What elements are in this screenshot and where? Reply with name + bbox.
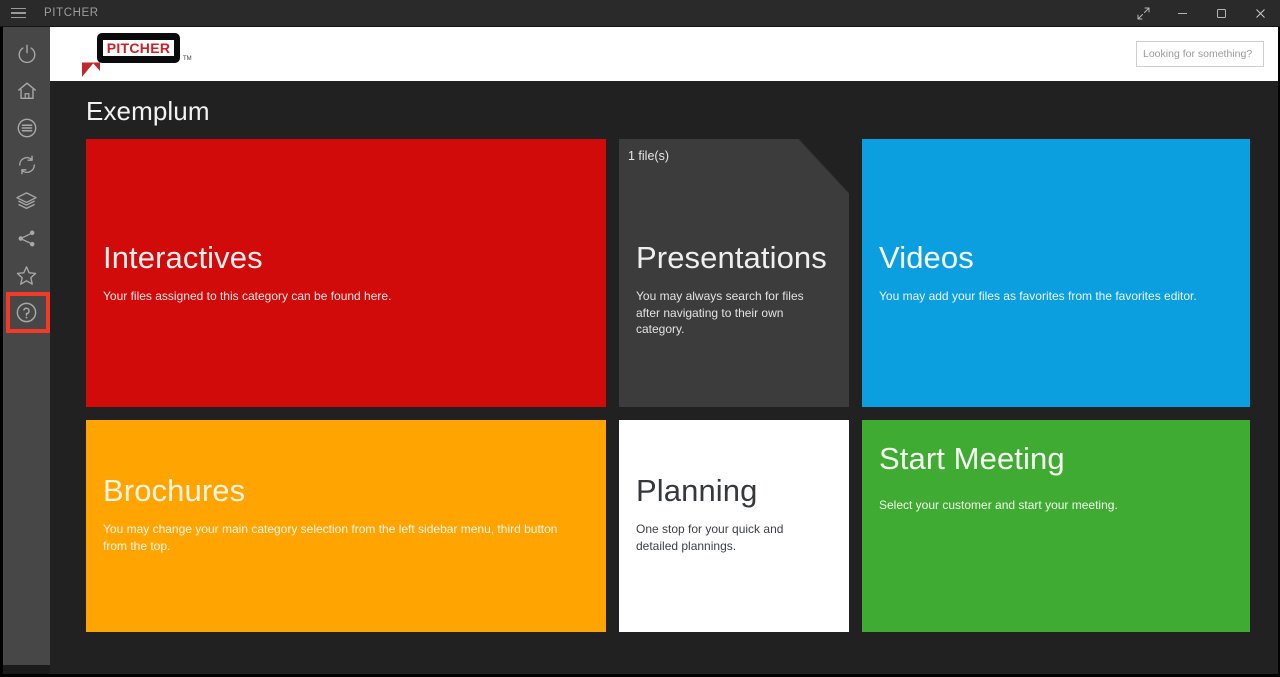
maximize-button[interactable] xyxy=(1202,0,1241,27)
tile-start-meeting[interactable]: Start Meeting Select your customer and s… xyxy=(862,420,1250,632)
logo-badge: PITCHER xyxy=(97,33,180,63)
tile-title: Planning xyxy=(636,473,758,508)
main-area: PITCHER TM Exemplum Interactives Your fi… xyxy=(50,27,1278,674)
tile-interactives[interactable]: Interactives Your files assigned to this… xyxy=(86,139,606,407)
page-title: Exemplum xyxy=(86,96,210,126)
minus-icon xyxy=(1178,12,1187,14)
folded-corner-decoration xyxy=(798,139,849,194)
home-icon xyxy=(17,82,36,99)
tile-title: Interactives xyxy=(103,240,263,275)
sidebar xyxy=(3,27,50,665)
minimize-button[interactable] xyxy=(1163,0,1202,27)
hamburger-line xyxy=(10,16,26,19)
title-bar: PITCHER xyxy=(0,0,1280,27)
sidebar-item-categories[interactable] xyxy=(3,109,50,146)
square-icon xyxy=(1217,8,1226,18)
tile-title: Presentations xyxy=(636,240,827,275)
tile-description: You may always search for files after na… xyxy=(636,289,804,336)
layers-icon xyxy=(16,192,37,210)
close-x-icon xyxy=(1256,8,1265,18)
file-count-label: 1 file(s) xyxy=(628,149,669,163)
hamburger-line xyxy=(10,12,26,14)
expand-diagonal-icon xyxy=(1137,7,1150,19)
tile-title: Start Meeting xyxy=(879,441,1065,476)
search-input[interactable] xyxy=(1136,41,1264,67)
app-title: PITCHER xyxy=(44,7,99,19)
tile-description: You may add your files as favorites from… xyxy=(879,289,1197,303)
question-circle-icon xyxy=(16,302,37,323)
sidebar-item-power[interactable] xyxy=(3,35,50,72)
app-header: PITCHER TM xyxy=(50,27,1278,81)
tile-planning[interactable]: Planning One stop for your quick and det… xyxy=(619,420,849,632)
tile-brochures[interactable]: Brochures You may change your main categ… xyxy=(86,420,606,632)
list-circle-icon xyxy=(17,118,36,137)
sidebar-item-library[interactable] xyxy=(3,183,50,220)
tile-description: You may change your main category select… xyxy=(103,522,558,553)
power-icon xyxy=(18,44,35,63)
window-body: PITCHER TM Exemplum Interactives Your fi… xyxy=(0,27,1280,677)
sidebar-item-favorites[interactable] xyxy=(3,257,50,294)
app-window: PITCHER PITCHER TM Looking for something… xyxy=(0,0,1280,677)
sidebar-item-sync[interactable] xyxy=(3,146,50,183)
tile-title: Videos xyxy=(879,240,974,275)
close-button[interactable] xyxy=(1241,0,1280,27)
tile-description: Your files assigned to this category can… xyxy=(103,289,392,303)
sidebar-item-share[interactable] xyxy=(3,220,50,257)
sidebar-item-home[interactable] xyxy=(3,72,50,109)
logo-wordmark: PITCHER xyxy=(102,40,175,56)
fullscreen-button[interactable] xyxy=(1124,0,1163,27)
hamburger-line xyxy=(10,7,26,10)
refresh-icon xyxy=(18,155,35,174)
tile-videos[interactable]: Videos You may add your files as favorit… xyxy=(862,139,1250,407)
tile-description: One stop for your quick and detailed pla… xyxy=(636,522,784,553)
tile-presentations[interactable]: 1 file(s) 1 Presentations You may always… xyxy=(619,139,849,407)
hamburger-icon[interactable] xyxy=(0,0,36,27)
content-area: Exemplum Interactives Your files assigne… xyxy=(50,81,1278,674)
star-icon xyxy=(16,266,37,285)
pitcher-logo: PITCHER TM xyxy=(80,31,192,77)
tile-description: Select your customer and start your meet… xyxy=(879,498,1118,512)
badge-count: 1 xyxy=(830,149,837,163)
share-icon xyxy=(18,230,35,247)
tile-title: Brochures xyxy=(103,473,246,508)
logo-trademark: TM xyxy=(183,56,192,62)
tile-grid: Interactives Your files assigned to this… xyxy=(86,139,1250,632)
sidebar-item-help[interactable] xyxy=(3,292,50,333)
